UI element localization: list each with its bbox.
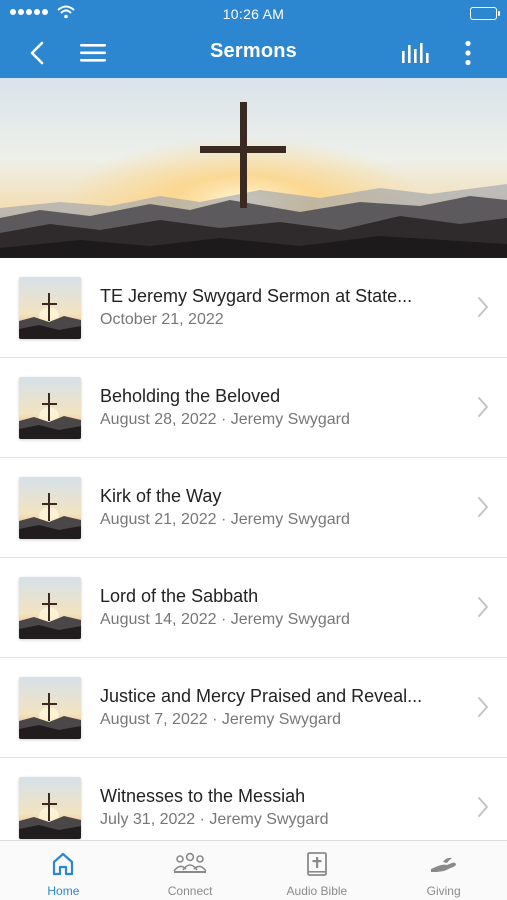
- sermon-date-speaker: October 21, 2022: [100, 311, 224, 328]
- sermon-thumbnail: [19, 777, 81, 839]
- chevron-right-icon: [477, 496, 489, 523]
- sermon-date-speaker: August 14, 2022 · Jeremy Swygard: [100, 611, 350, 628]
- sermon-title: Lord of the Sabbath: [100, 586, 259, 606]
- sermon-date-speaker: August 28, 2022 · Jeremy Swygard: [100, 411, 350, 428]
- page-title: Sermons: [210, 40, 297, 62]
- audio-levels-icon[interactable]: [400, 38, 430, 68]
- sermon-thumbnail: [19, 477, 81, 539]
- people-icon: [127, 851, 254, 877]
- chevron-right-icon: [477, 596, 489, 623]
- chevron-right-icon: [477, 296, 489, 323]
- sermon-thumbnail: [19, 377, 81, 439]
- sermon-date-speaker: August 21, 2022 · Jeremy Swygard: [100, 511, 350, 528]
- chevron-right-icon: [477, 696, 489, 723]
- tab-home[interactable]: Home: [0, 841, 127, 900]
- bottom-tab-bar: Home Connect Audio Bible Giving: [0, 840, 507, 900]
- tab-label: Audio Bible: [286, 884, 348, 898]
- sermon-list-item[interactable]: Beholding the Beloved August 28, 2022 · …: [0, 358, 507, 458]
- sermon-list-item[interactable]: Lord of the Sabbath August 14, 2022 · Je…: [0, 558, 507, 658]
- sermon-title: Justice and Mercy Praised and Reveal...: [100, 686, 423, 706]
- sermon-list-item[interactable]: Kirk of the Way August 21, 2022 · Jeremy…: [0, 458, 507, 558]
- tab-label: Connect: [167, 884, 213, 898]
- status-bar: 10:26 AM: [0, 0, 507, 28]
- tab-label: Giving: [426, 884, 461, 898]
- hero-cross-sunset-image: [0, 78, 507, 258]
- tab-audio-bible[interactable]: Audio Bible: [254, 841, 381, 900]
- sermon-date-speaker: July 31, 2022 · Jeremy Swygard: [100, 811, 329, 828]
- bible-icon: [254, 851, 381, 877]
- sermon-title: TE Jeremy Swygard Sermon at State...: [100, 286, 413, 306]
- chevron-right-icon: [477, 796, 489, 823]
- chevron-right-icon: [477, 396, 489, 423]
- sermon-thumbnail: [19, 577, 81, 639]
- sermon-thumbnail: [19, 277, 81, 339]
- tab-label: Home: [47, 884, 80, 898]
- battery-icon: [470, 7, 500, 20]
- sermon-list: TE Jeremy Swygard Sermon at State... Oct…: [0, 258, 507, 840]
- tab-giving[interactable]: Giving: [380, 841, 507, 900]
- nav-bar: Sermons: [0, 28, 507, 78]
- sermon-list-item[interactable]: Justice and Mercy Praised and Reveal... …: [0, 658, 507, 758]
- sermon-date-speaker: August 7, 2022 · Jeremy Swygard: [100, 711, 342, 728]
- sermon-title: Witnesses to the Messiah: [100, 786, 306, 806]
- vertical-dots-icon[interactable]: [453, 38, 483, 68]
- sermon-list-item[interactable]: TE Jeremy Swygard Sermon at State... Oct…: [0, 258, 507, 358]
- sermon-list-item[interactable]: Witnesses to the Messiah July 31, 2022 ·…: [0, 758, 507, 840]
- sermon-title: Kirk of the Way: [100, 486, 222, 506]
- home-icon: [0, 851, 127, 877]
- giving-hand-icon: [380, 851, 507, 877]
- status-time: 10:26 AM: [222, 6, 285, 22]
- sermon-title: Beholding the Beloved: [100, 386, 281, 406]
- sermon-thumbnail: [19, 677, 81, 739]
- tab-connect[interactable]: Connect: [127, 841, 254, 900]
